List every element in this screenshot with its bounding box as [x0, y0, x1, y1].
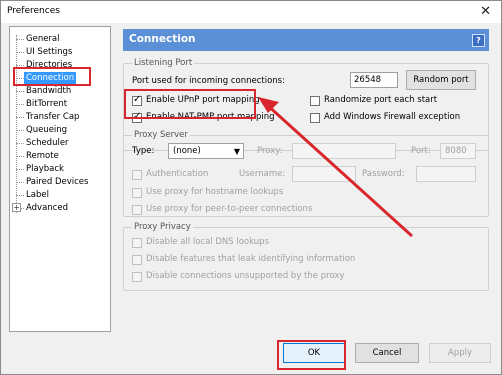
tree-connector: [16, 91, 24, 92]
random-port-button[interactable]: Random port: [406, 70, 476, 90]
tree-connector: [16, 52, 24, 53]
proxy-type-select[interactable]: (none) ▼: [168, 143, 244, 159]
authentication-label: Authentication: [146, 169, 209, 179]
password-input[interactable]: [416, 166, 476, 182]
title-bar: Preferences ✕: [1, 1, 501, 23]
tree-connector: [16, 182, 24, 183]
enable-upnp-label: Enable UPnP port mapping: [146, 95, 260, 105]
cancel-button[interactable]: Cancel: [355, 343, 419, 363]
enable-nat-pmp-label: Enable NAT-PMP port mapping: [146, 112, 275, 122]
tree-item-label[interactable]: Label: [26, 189, 49, 201]
tree-connector: [16, 78, 24, 79]
disable-leak-checkbox[interactable]: [132, 255, 142, 265]
proxy-type-value: (none): [173, 146, 201, 156]
port-label: Port used for incoming connections:: [132, 76, 285, 86]
disable-unsupported-checkbox[interactable]: [132, 272, 142, 282]
tree-item-bittorrent[interactable]: BitTorrent: [26, 98, 67, 110]
proxy-port-label: Port:: [411, 146, 431, 156]
tree-connector: [16, 104, 24, 105]
peer-connections-label: Use proxy for peer-to-peer connections: [146, 204, 313, 214]
randomize-port-label: Randomize port each start: [324, 95, 438, 105]
connection-panel: Connection ? Listening Port Port used fo…: [123, 29, 489, 329]
tree-connector: [16, 130, 24, 131]
tree-connector: [16, 117, 24, 118]
tree-item-scheduler[interactable]: Scheduler: [26, 137, 69, 149]
panel-title: Connection: [129, 33, 196, 45]
username-label: Username:: [239, 169, 286, 179]
preferences-window: Preferences ✕ General UI Settings Direct…: [0, 0, 502, 375]
proxy-host-label: Proxy:: [257, 146, 283, 156]
proxy-server-group: Proxy Server Type: (none) ▼ Proxy: Port:…: [123, 130, 489, 217]
firewall-exception-checkbox[interactable]: [310, 113, 320, 123]
port-input[interactable]: 26548: [350, 72, 398, 88]
dialog-buttons: OK Cancel Apply: [1, 336, 501, 374]
disable-dns-label: Disable all local DNS lookups: [146, 237, 270, 247]
randomize-port-checkbox[interactable]: [310, 96, 320, 106]
proxy-port-input[interactable]: 8080: [440, 143, 476, 159]
authentication-checkbox[interactable]: [132, 170, 142, 180]
tree-item-connection[interactable]: Connection: [24, 72, 77, 84]
expand-plus-icon[interactable]: +: [12, 203, 21, 212]
password-label: Password:: [362, 169, 405, 179]
peer-connections-checkbox[interactable]: [132, 205, 142, 215]
apply-button[interactable]: Apply: [429, 343, 491, 363]
enable-upnp-checkbox[interactable]: [132, 94, 142, 106]
proxy-host-input[interactable]: [292, 143, 396, 159]
tree-item-playback[interactable]: Playback: [26, 163, 64, 175]
disable-leak-label: Disable features that leak identifying i…: [146, 254, 356, 264]
window-title: Preferences: [7, 6, 60, 16]
tree-item-general[interactable]: General: [26, 33, 60, 45]
tree-connector: [16, 39, 24, 40]
tree-connector: [16, 169, 24, 170]
ok-button[interactable]: OK: [283, 343, 345, 363]
group-label: Listening Port: [132, 58, 195, 68]
tree-item-paired-devices[interactable]: Paired Devices: [26, 176, 88, 188]
disable-unsupported-label: Disable connections unsupported by the p…: [146, 271, 345, 281]
username-input[interactable]: [292, 166, 356, 182]
category-tree: General UI Settings Directories Connecti…: [9, 26, 111, 332]
help-icon[interactable]: ?: [472, 34, 485, 47]
tree-item-ui-settings[interactable]: UI Settings: [26, 46, 72, 58]
tree-item-transfer-cap[interactable]: Transfer Cap: [26, 111, 79, 123]
firewall-exception-label: Add Windows Firewall exception: [324, 112, 461, 122]
hostname-lookups-label: Use proxy for hostname lookups: [146, 187, 284, 197]
proxy-privacy-group: Proxy Privacy Disable all local DNS look…: [123, 222, 489, 291]
tree-item-remote[interactable]: Remote: [26, 150, 59, 162]
panel-header: Connection ?: [123, 29, 489, 51]
tree-item-advanced[interactable]: Advanced: [26, 202, 68, 214]
chevron-down-icon: ▼: [233, 147, 240, 156]
hostname-lookups-checkbox[interactable]: [132, 188, 142, 198]
tree-connector: [16, 35, 17, 213]
disable-dns-checkbox[interactable]: [132, 238, 142, 248]
proxy-type-label: Type:: [132, 146, 155, 156]
tree-connector: [16, 143, 24, 144]
tree-connector: [16, 65, 24, 66]
close-button[interactable]: ✕: [480, 4, 491, 19]
tree-item-queueing[interactable]: Queueing: [26, 124, 67, 136]
tree-connector: [16, 156, 24, 157]
group-label: Proxy Server: [132, 130, 190, 140]
tree-item-directories[interactable]: Directories: [26, 59, 72, 71]
tree-connector: [16, 195, 24, 196]
enable-nat-pmp-checkbox[interactable]: [132, 111, 142, 123]
group-label: Proxy Privacy: [132, 222, 193, 232]
tree-item-bandwidth[interactable]: Bandwidth: [26, 85, 71, 97]
